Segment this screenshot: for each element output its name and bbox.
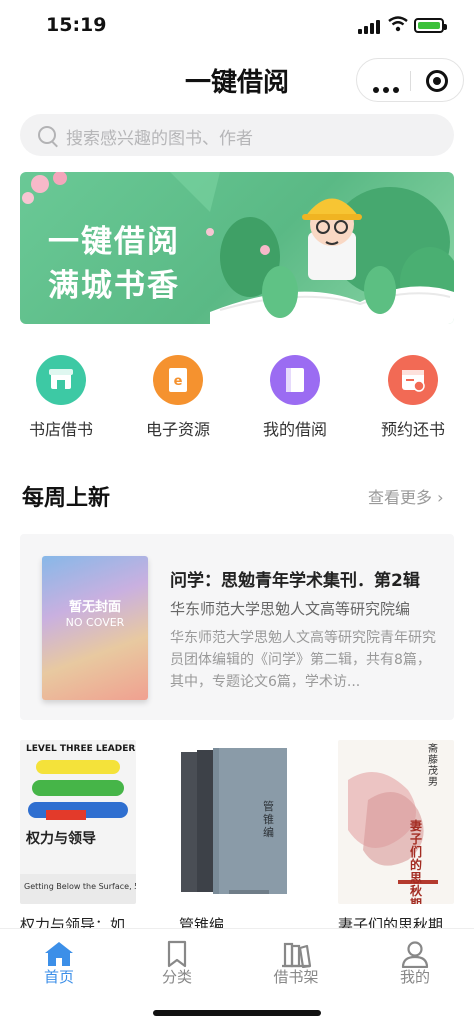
tab-home-label: 首页: [43, 968, 74, 986]
wifi-icon: [388, 16, 408, 32]
quick-action-return[interactable]: [388, 355, 438, 405]
quick-action-store[interactable]: [36, 355, 86, 405]
calendar-icon: [402, 370, 425, 392]
quick-action-ebook-label: 电子资源: [145, 420, 210, 439]
section-title: 每周上新: [22, 486, 111, 511]
bookmark-icon: [167, 940, 187, 968]
quick-action-return-label: 预约还书: [380, 420, 445, 439]
chevron-right-icon: ›: [437, 488, 444, 507]
battery-icon: [414, 18, 447, 33]
bookshelf-icon: [282, 942, 312, 969]
close-button[interactable]: [426, 70, 448, 92]
status-time: 15:19: [46, 14, 107, 36]
banner-line2: 满城书香: [48, 268, 180, 304]
featured-book-description: 华东师范大学思勉人文高等研究院青年研究员团体编辑的《问学》第二辑，共有8篇，其中…: [170, 630, 436, 690]
signal-icon: [358, 20, 382, 34]
book-icon: [286, 368, 304, 392]
tab-category-label: 分类: [161, 968, 192, 986]
tab-mine-label: 我的: [399, 968, 430, 986]
search-icon: [38, 126, 56, 144]
status-bar: 15:19: [0, 0, 474, 50]
book-cover-3[interactable]: 斋藤茂男 妻子们的思秋期: [338, 740, 454, 904]
search-input[interactable]: 搜索感兴趣的图书、作者: [20, 114, 454, 156]
promo-banner[interactable]: 一键借阅 满城书香: [20, 172, 454, 324]
user-icon: [401, 941, 429, 969]
cover-placeholder-text: 暂无封面: [68, 600, 121, 615]
quick-action-store-label: 书店借书: [28, 420, 93, 439]
svg-text:e: e: [174, 374, 183, 389]
mini-program-capsule: [356, 58, 464, 102]
quick-action-ebook[interactable]: e: [153, 355, 203, 405]
featured-book-cover: 暂无封面 NO COVER: [42, 556, 148, 700]
more-menu-button[interactable]: [373, 78, 403, 97]
home-indicator: [153, 1010, 321, 1016]
search-placeholder: 搜索感兴趣的图书、作者: [66, 129, 253, 149]
book-cover-2[interactable]: 管锥编: [179, 740, 295, 904]
tab-bookshelf-label: 借书架: [273, 968, 319, 986]
store-icon: [49, 369, 73, 389]
cover-placeholder-sub: NO COVER: [65, 616, 125, 629]
home-icon: [45, 942, 73, 966]
featured-book-author: 华东师范大学思勉人文高等研究院编: [170, 600, 411, 618]
featured-book-title: 问学：思勉青年学术集刊．第2辑: [170, 571, 420, 591]
ebook-icon: e: [169, 368, 187, 392]
banner-line1: 一键借阅: [48, 224, 180, 260]
quick-action-borrow[interactable]: [270, 355, 320, 405]
quick-action-borrow-label: 我的借阅: [262, 420, 327, 439]
book-cover-1[interactable]: LEVEL THREE LEADERSHIP 权力与领导 Getting Bel…: [20, 740, 136, 904]
view-more-link[interactable]: 查看更多 ›: [368, 484, 444, 508]
